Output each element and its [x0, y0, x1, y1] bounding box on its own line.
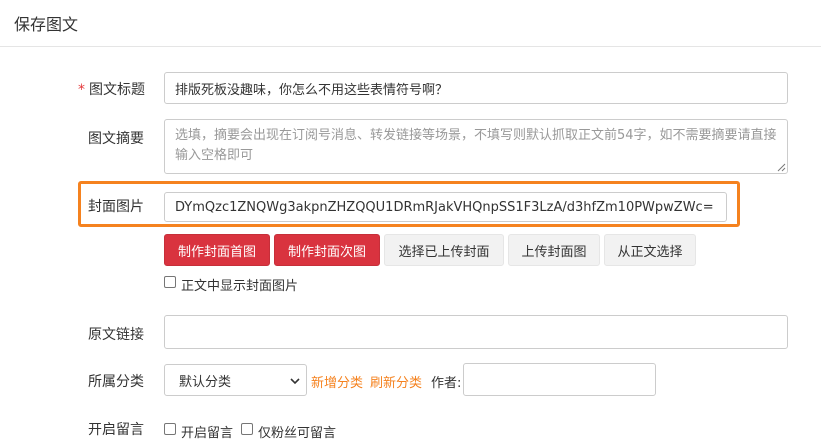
summary-textarea[interactable]: 选填，摘要会出现在订阅号消息、转发链接等场景，不填写则默认抓取正文前54字，如不…: [164, 119, 788, 174]
cover-url-input[interactable]: DYmQzc1ZNQWg3akpnZHZQQU1DRmRJakVHQnpSS1F…: [164, 192, 727, 222]
refresh-category-link[interactable]: 刷新分类: [370, 372, 422, 391]
comments-label: 开启留言: [88, 422, 144, 438]
fans-only-comments-label: 仅粉丝可留言: [258, 426, 337, 441]
select-from-content-button[interactable]: 从正文选择: [604, 234, 696, 266]
title-label-text: 图文标题: [89, 82, 145, 98]
page-title: 保存图文: [14, 15, 79, 34]
source-link-label: 原文链接: [88, 327, 144, 343]
upload-cover-button[interactable]: 上传封面图: [508, 234, 600, 266]
source-link-input[interactable]: [164, 315, 788, 349]
make-cover-second-button[interactable]: 制作封面次图: [274, 234, 380, 266]
category-label: 所属分类: [88, 374, 144, 390]
required-mark: *: [78, 82, 85, 98]
summary-label: 图文摘要: [88, 131, 144, 147]
select-uploaded-cover-button[interactable]: 选择已上传封面: [384, 234, 504, 266]
show-cover-in-content-checkbox[interactable]: [164, 276, 176, 288]
make-cover-first-button[interactable]: 制作封面首图: [164, 234, 270, 266]
chevron-down-icon: [290, 378, 300, 385]
fans-only-comments-checkbox[interactable]: [241, 423, 253, 435]
page-header: 保存图文: [0, 0, 821, 47]
resize-grip-icon[interactable]: [777, 163, 786, 172]
cover-label: 封面图片: [88, 199, 144, 215]
summary-placeholder: 选填，摘要会出现在订阅号消息、转发链接等场景，不填写则默认抓取正文前54字，如不…: [175, 128, 777, 163]
enable-comments-label: 开启留言: [181, 426, 234, 441]
author-input[interactable]: [463, 363, 656, 396]
title-label: * 图文标题: [78, 79, 145, 99]
category-selected-value: 默认分类: [179, 374, 232, 390]
show-cover-in-content-label: 正文中显示封面图片: [181, 279, 299, 294]
title-input[interactable]: 排版死板没趣味，你怎么不用这些表情符号啊？: [164, 72, 788, 104]
category-select[interactable]: 默认分类: [164, 364, 307, 396]
enable-comments-checkbox[interactable]: [164, 423, 176, 435]
author-label: 作者:: [431, 376, 462, 391]
add-category-link[interactable]: 新增分类: [311, 372, 363, 391]
